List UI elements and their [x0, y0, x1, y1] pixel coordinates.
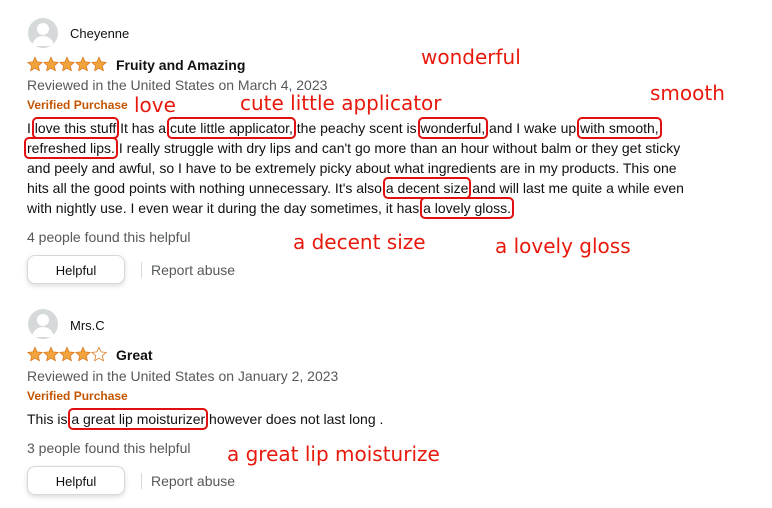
annotation-smooth: smooth	[650, 81, 725, 105]
star-rating[interactable]	[27, 346, 107, 362]
review-body-line: This is a great lip moisturizer however …	[27, 408, 717, 430]
annotation-love: love	[134, 93, 176, 117]
review-text: however does not last long .	[205, 411, 384, 427]
star-empty-icon	[91, 346, 107, 362]
review-body-line: with nightly use. I even wear it during …	[27, 197, 717, 219]
review-body-line: and peely and awful, so I have to be ext…	[27, 158, 717, 178]
review-body-line: refreshed lips. I really struggle with d…	[24, 137, 717, 159]
verified-purchase-badge: Verified Purchase	[27, 389, 128, 403]
star-filled-icon	[59, 346, 75, 362]
highlighted-phrase: refreshed lips.	[24, 137, 118, 159]
divider	[141, 262, 142, 278]
helpful-count: 3 people found this helpful	[27, 440, 191, 456]
highlighted-phrase: a lovely gloss.	[420, 197, 515, 219]
avatar-icon	[28, 309, 58, 339]
annotation-great-lip-moisturize: a great lip moisturize	[227, 442, 440, 466]
review-title[interactable]: Great	[116, 347, 153, 363]
review-text: This is	[27, 411, 72, 427]
annotation-wonderful: wonderful	[421, 45, 521, 69]
annotation-lovely-gloss: a lovely gloss	[495, 234, 631, 258]
star-filled-icon	[43, 56, 59, 72]
star-filled-icon	[75, 346, 91, 362]
review-title[interactable]: Fruity and Amazing	[116, 57, 245, 73]
report-abuse-link[interactable]: Report abuse	[151, 262, 235, 278]
review-text: It has a	[116, 120, 170, 136]
highlighted-phrase: love this stuff	[31, 117, 120, 139]
star-filled-icon	[91, 56, 107, 72]
helpful-button[interactable]: Helpful	[27, 255, 125, 284]
highlighted-phrase: a great lip moisturizer	[68, 408, 209, 430]
star-filled-icon	[75, 56, 91, 72]
review-text: I	[27, 120, 35, 136]
review-text: with nightly use. I even wear it during …	[27, 200, 424, 216]
review-meta: Reviewed in the United States on January…	[27, 368, 339, 384]
star-filled-icon	[27, 346, 43, 362]
highlighted-phrase: with smooth,	[577, 117, 662, 139]
report-abuse-link[interactable]: Report abuse	[151, 473, 235, 489]
helpful-count: 4 people found this helpful	[27, 229, 191, 245]
annotation-cute-little-applicator: cute little applicator	[240, 91, 442, 115]
star-filled-icon	[59, 56, 75, 72]
helpful-button[interactable]: Helpful	[27, 466, 125, 495]
divider	[141, 473, 142, 489]
review-body: This is a great lip moisturizer however …	[27, 408, 717, 430]
star-rating[interactable]	[27, 56, 107, 72]
verified-purchase-badge: Verified Purchase	[27, 98, 128, 112]
reviewer-name[interactable]: Mrs.C	[70, 318, 105, 333]
review-body-line: I love this stuff It has a cute little a…	[27, 117, 717, 139]
review-text: and I wake up	[485, 120, 581, 136]
star-filled-icon	[27, 56, 43, 72]
avatar-icon	[28, 18, 58, 48]
review-text: and will last me quite a while even	[468, 180, 684, 196]
review-body: I love this stuff It has a cute little a…	[24, 117, 717, 219]
review-text: I really struggle with dry lips and can'…	[114, 140, 681, 156]
review-text: and peely and awful, so I have to be ext…	[27, 160, 677, 176]
review-body-line: hits all the good points with nothing un…	[27, 177, 717, 199]
highlighted-phrase: wonderful,	[417, 117, 489, 139]
reviewer-name[interactable]: Cheyenne	[70, 26, 129, 41]
review-text: the peachy scent is	[292, 120, 421, 136]
star-filled-icon	[43, 346, 59, 362]
highlighted-phrase: a decent size	[382, 177, 472, 199]
review-text: hits all the good points with nothing un…	[27, 180, 386, 196]
annotation-decent-size: a decent size	[293, 230, 426, 254]
highlighted-phrase: cute little applicator,	[166, 117, 296, 139]
